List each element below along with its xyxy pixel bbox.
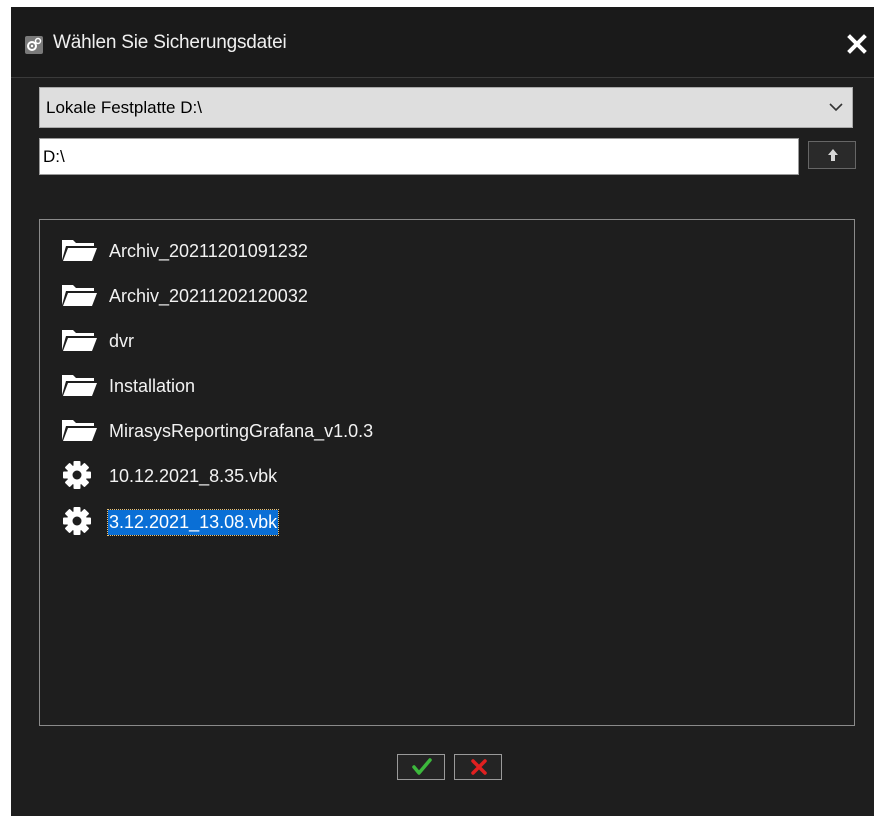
file-name: Installation [109,376,196,396]
file-name: 3.12.2021_13.08.vbk [106,509,280,536]
ok-button[interactable] [397,754,445,780]
file-name: 10.12.2021_8.35.vbk [109,466,278,486]
list-item[interactable]: dvr [60,320,820,360]
list-item[interactable]: Archiv_20211202120032 [60,275,820,315]
file-name: dvr [109,331,135,351]
list-item-selected[interactable]: 3.12.2021_13.08.vbk [60,501,820,541]
gear-icon [60,505,98,537]
dialog-title: Wählen Sie Sicherungsdatei [53,32,287,53]
file-name: Archiv_20211201091232 [109,241,308,261]
folder-icon [60,234,98,266]
folder-icon [60,279,98,311]
path-input[interactable] [39,138,799,175]
folder-icon [60,369,98,401]
drive-select-value: Lokale Festplatte D:\ [46,98,202,117]
gears-icon [25,36,43,54]
close-icon[interactable] [846,33,868,55]
drive-select[interactable]: Lokale Festplatte D:\ [39,87,853,128]
backup-file-dialog: Wählen Sie Sicherungsdatei Lokale Festpl… [11,7,874,816]
chevron-down-icon [828,100,844,118]
gear-icon [60,459,98,491]
title-bar: Wählen Sie Sicherungsdatei [11,7,874,78]
file-list[interactable]: Archiv_20211201091232 Archiv_20211202120… [39,219,855,726]
folder-icon [60,414,98,446]
list-item[interactable]: Archiv_20211201091232 [60,230,820,270]
cancel-button[interactable] [454,754,502,780]
file-name: Archiv_20211202120032 [109,286,308,306]
list-item[interactable]: Installation [60,365,820,405]
list-item[interactable]: 10.12.2021_8.35.vbk [60,455,820,495]
up-directory-button[interactable] [808,141,856,169]
list-item[interactable]: MirasysReportingGrafana_v1.0.3 [60,410,820,450]
file-name: MirasysReportingGrafana_v1.0.3 [109,421,374,441]
folder-icon [60,324,98,356]
